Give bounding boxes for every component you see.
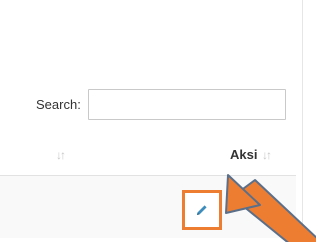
search-label: Search: <box>36 97 81 112</box>
table-row <box>0 176 296 238</box>
sort-icon[interactable]: ↓↑ <box>56 148 66 162</box>
table-header: ↓↑ Aksi ↓↑ <box>0 139 296 176</box>
page: Search: ↓↑ Aksi ↓↑ <box>0 0 316 242</box>
search-input[interactable] <box>88 89 286 120</box>
pencil-icon <box>196 204 208 216</box>
column-header-aksi[interactable]: Aksi <box>230 147 257 162</box>
sort-icon[interactable]: ↓↑ <box>262 148 272 162</box>
edit-button[interactable] <box>182 190 222 230</box>
search-row: Search: <box>0 88 316 124</box>
